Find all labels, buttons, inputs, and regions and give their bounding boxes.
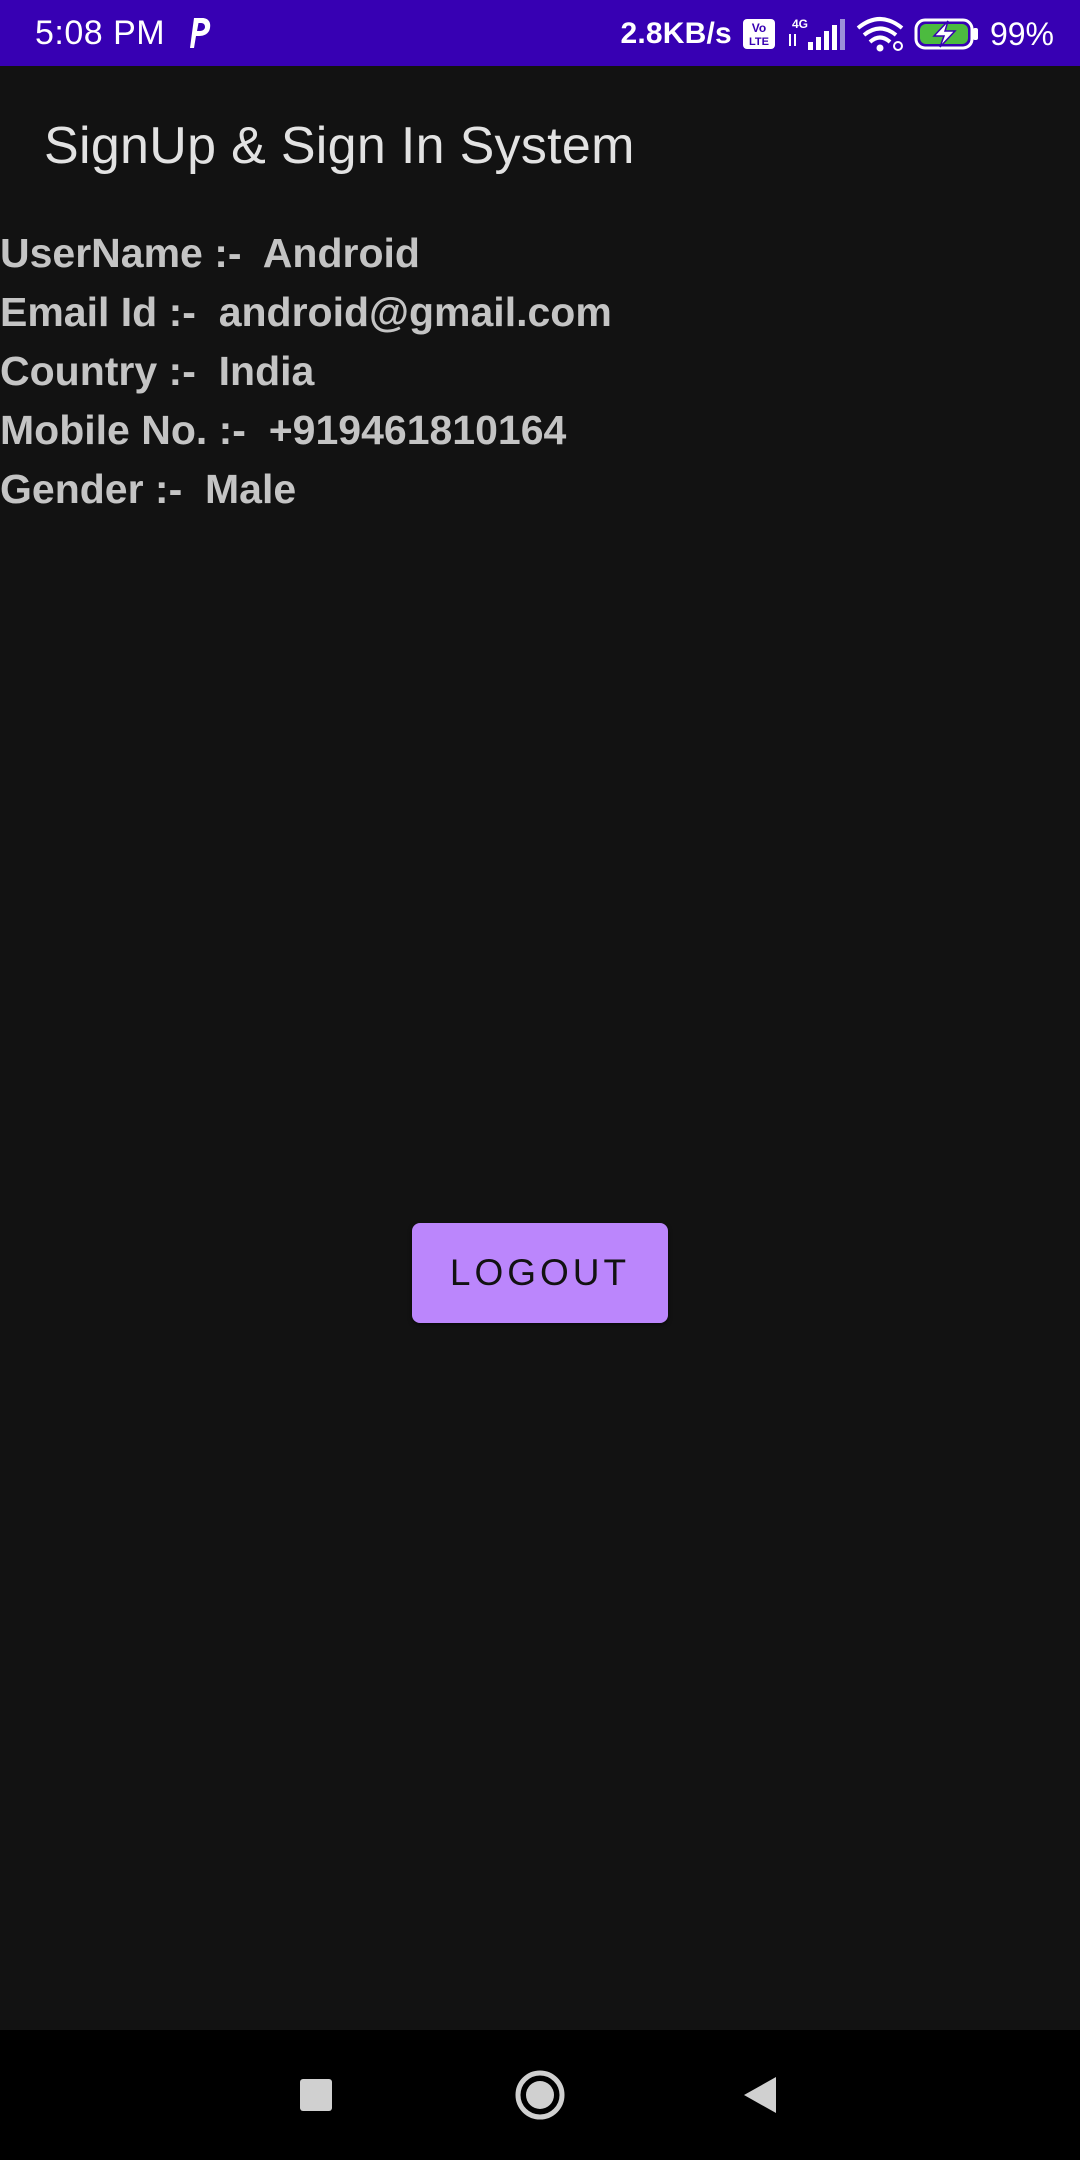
parking-notification-icon <box>184 14 212 50</box>
status-bar: 5:08 PM 2.8KB/s Vo LTE 4G 99% <box>0 0 1080 66</box>
country-row: Country :- India <box>0 348 315 394</box>
wifi-icon <box>856 16 904 52</box>
svg-text:Vo: Vo <box>752 21 766 35</box>
app-title: SignUp & Sign In System <box>44 117 635 175</box>
logout-button[interactable]: LOGOUT <box>412 1223 668 1323</box>
battery-charging-icon <box>914 17 980 51</box>
back-triangle-icon <box>742 2075 778 2115</box>
app-screen: 5:08 PM 2.8KB/s Vo LTE 4G 99% SignUp & S… <box>0 0 1080 2160</box>
recents-square-icon <box>299 2078 333 2112</box>
recents-button[interactable] <box>256 2030 376 2160</box>
system-navigation-bar <box>0 2030 1080 2160</box>
home-circle-icon <box>514 2069 566 2121</box>
network-speed: 2.8KB/s <box>620 17 732 50</box>
network-type-label: 4G <box>792 17 808 31</box>
back-button[interactable] <box>700 2030 820 2160</box>
volte-icon: Vo LTE <box>742 18 776 50</box>
email-row: Email Id :- android@gmail.com <box>0 289 612 335</box>
gender-row: Gender :- Male <box>0 466 297 512</box>
status-right-group: 2.8KB/s Vo LTE 4G 99% <box>620 14 1054 54</box>
status-time: 5:08 PM <box>35 14 166 52</box>
battery-percent: 99% <box>989 15 1054 52</box>
svg-text:LTE: LTE <box>749 36 769 48</box>
home-button[interactable] <box>480 2030 600 2160</box>
username-row: UserName :- Android <box>0 230 420 276</box>
signal-icon: 4G <box>786 16 846 52</box>
mobile-row: Mobile No. :- +919461810164 <box>0 407 567 453</box>
profile-info-list: UserName :- Android Email Id :- android@… <box>0 224 612 519</box>
